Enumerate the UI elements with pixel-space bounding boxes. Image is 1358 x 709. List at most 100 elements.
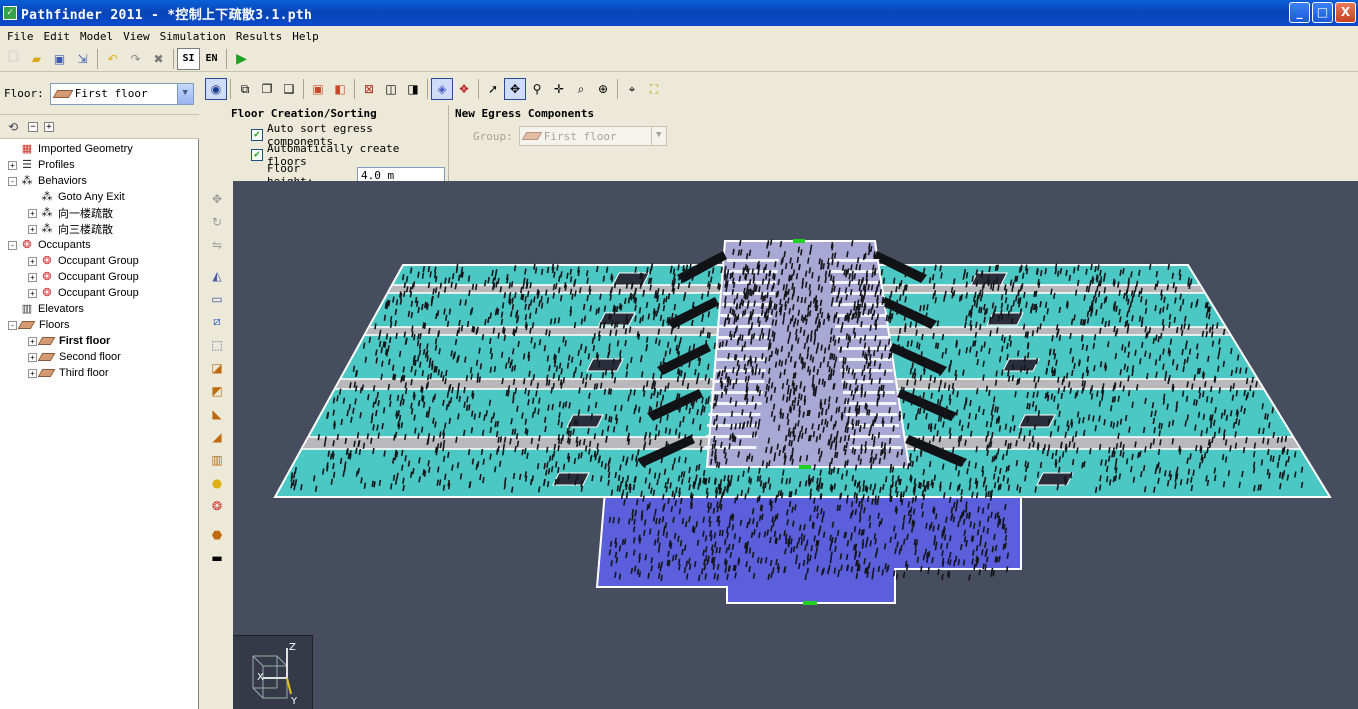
expand-icon[interactable]: + [8,160,17,170]
collapse-icon[interactable]: - [8,320,17,330]
menu-help[interactable]: Help [287,30,324,43]
show-occupants-icon[interactable]: ◨ [402,78,424,100]
menu-bar: File Edit Model View Simulation Results … [0,26,1358,46]
en-units-button[interactable]: EN [200,48,223,70]
group-row: Group: First floor ▼ [473,125,715,147]
collapse-icon[interactable]: - [8,240,17,250]
save-icon[interactable]: ▣ [48,48,71,70]
collapse-all-icon[interactable]: − [28,121,38,132]
close-button[interactable]: X [1335,2,1356,23]
expand-icon[interactable]: + [28,208,37,218]
measure-icon[interactable]: ▬ [206,546,228,569]
tree-item[interactable]: ▦ Imported Geometry [0,141,198,157]
tree-item[interactable]: + ❂ Occupant Group [0,285,198,301]
tree-item[interactable]: + Second floor [0,349,198,365]
center-view-icon[interactable]: ⌖ [621,78,643,100]
escalator-icon[interactable]: ◢ [206,425,228,448]
chevron-down-icon[interactable]: ▼ [176,83,193,104]
tree-item[interactable]: + ❂ Occupant Group [0,269,198,285]
pan-icon[interactable]: ✛ [548,78,570,100]
tree-item[interactable]: + ⁂ 向一楼疏散 [0,205,198,221]
navigator-icon[interactable]: ⟲ [4,118,22,136]
zoom-icon[interactable]: ⌕ [570,78,592,100]
show-stairs-icon[interactable]: ◫ [380,78,402,100]
tree-item[interactable]: + ⁂ 向三楼疏散 [0,221,198,237]
3d-viewport[interactable]: Z X Y [233,181,1358,709]
rotate-icon[interactable]: ↻ [206,210,228,233]
tree-item-label: Goto Any Exit [58,191,125,203]
expand-icon[interactable]: + [28,224,37,234]
floor-model-scene[interactable] [233,181,1358,709]
si-units-button[interactable]: SI [177,47,200,70]
menu-file[interactable]: File [2,30,39,43]
split-room-icon[interactable]: ⧄ [206,310,228,333]
orbit-icon[interactable]: ✥ [504,78,526,100]
tree-item[interactable]: + First floor [0,333,198,349]
floor-icon [37,353,56,361]
group-dropdown[interactable]: First floor ▼ [518,126,667,146]
show-floors-icon[interactable]: ◈ [431,78,453,100]
elevator-tool-icon[interactable]: ▥ [206,448,228,471]
menu-view[interactable]: View [118,30,155,43]
menu-simulation[interactable]: Simulation [155,30,231,43]
tree-item[interactable]: + ❂ Occupant Group [0,253,198,269]
camera-icon[interactable]: ⬣ [206,523,228,546]
expand-icon[interactable]: + [28,288,37,298]
open-folder-icon[interactable]: ▰ [25,48,48,70]
new-file-icon[interactable]: 🗋 [2,48,25,70]
title-bar: ✓ Pathfinder 2011 - *控制上下疏散3.1.pth _ □ X [0,0,1358,26]
thin-door-icon[interactable]: ◩ [206,379,228,402]
expand-icon[interactable]: + [28,336,37,346]
expand-icon[interactable]: + [28,352,37,362]
extract-room-icon[interactable]: ⬚ [206,333,228,356]
auto-sort-checkbox[interactable]: ✔ [251,129,263,141]
show-geometry-icon[interactable]: ❖ [453,78,475,100]
show-walls-icon[interactable]: ▣ [307,78,329,100]
collapse-icon[interactable]: - [8,176,17,186]
mirror-icon[interactable]: ⇋ [206,233,228,256]
import-icon[interactable]: ⇲ [71,48,94,70]
run-simulation-icon[interactable]: ▶ [230,48,253,70]
show-doors-icon[interactable]: ⊠ [358,78,380,100]
view-iso-icon[interactable]: ⧉ [234,78,256,100]
floor-dropdown-value: First floor [74,87,148,100]
zoom-box-icon[interactable]: ⊕ [592,78,614,100]
expand-all-icon[interactable]: + [44,121,54,132]
show-rooms-icon[interactable]: ◧ [329,78,351,100]
tree-item-label: Behaviors [38,175,87,187]
tree-item[interactable]: ⁂ Goto Any Exit [0,189,198,205]
expand-icon[interactable]: + [28,368,37,378]
minimize-button[interactable]: _ [1289,2,1310,23]
add-group-icon[interactable]: ❂ [206,494,228,517]
menu-edit[interactable]: Edit [39,30,76,43]
expand-icon[interactable]: + [28,256,37,266]
expand-icon[interactable]: + [28,272,37,282]
walk-icon[interactable]: ⚲ [526,78,548,100]
menu-model[interactable]: Model [75,30,118,43]
chevron-down-icon[interactable]: ▼ [650,127,666,145]
view-top-icon[interactable]: ❐ [256,78,278,100]
select-mode-icon[interactable]: ◉ [205,78,227,100]
add-occupant-icon[interactable]: ● [206,471,228,494]
tree-item[interactable]: ▥ Elevators [0,301,198,317]
door-icon[interactable]: ◪ [206,356,228,379]
draw-rect-room-icon[interactable]: ▭ [206,287,228,310]
undo-icon[interactable]: ↶ [101,48,124,70]
maximize-button[interactable]: □ [1312,2,1333,23]
tree-item[interactable]: - ⁂ Behaviors [0,173,198,189]
zoom-extents-icon[interactable]: ⛶ [643,78,665,100]
delete-icon[interactable]: ✖ [147,48,170,70]
auto-create-checkbox[interactable]: ✔ [251,149,263,161]
tree-item[interactable]: + Third floor [0,365,198,381]
tree-item[interactable]: - Floors [0,317,198,333]
draw-room-icon[interactable]: ◭ [206,264,228,287]
tree-item[interactable]: - ❂ Occupants [0,237,198,253]
redo-icon[interactable]: ↷ [124,48,147,70]
move-icon[interactable]: ✥ [206,187,228,210]
stair-icon[interactable]: ◣ [206,402,228,425]
tree-item[interactable]: + ☰ Profiles [0,157,198,173]
menu-results[interactable]: Results [231,30,287,43]
pointer-icon[interactable]: ➚ [482,78,504,100]
view-front-icon[interactable]: ❑ [278,78,300,100]
floor-dropdown[interactable]: First floor ▼ [49,82,194,105]
